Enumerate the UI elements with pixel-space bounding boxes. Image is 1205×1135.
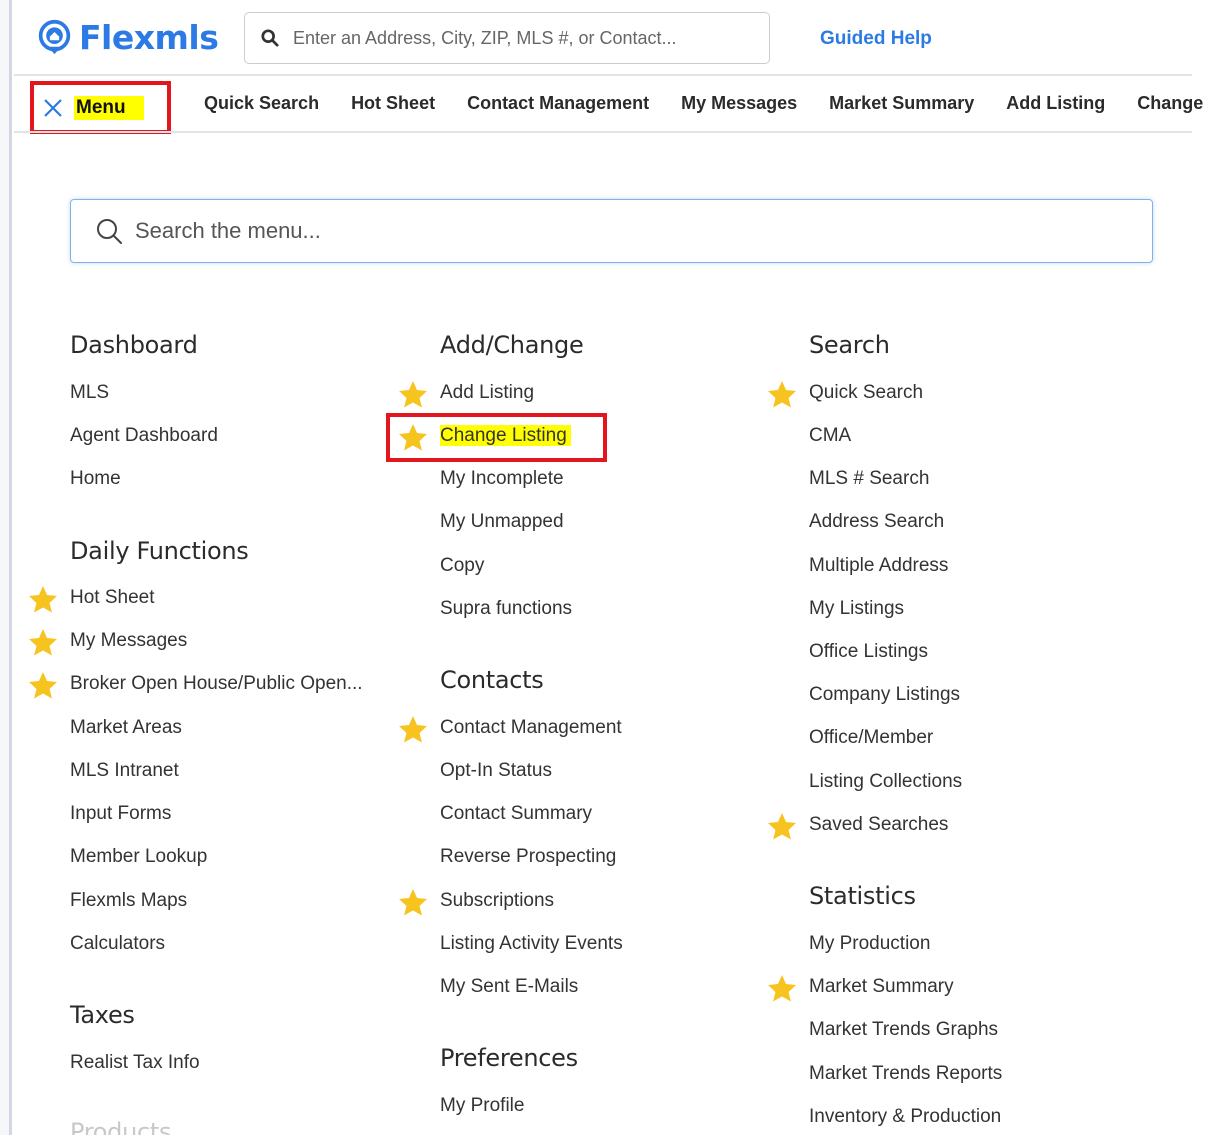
menu-item-listing-activity-events[interactable]: Listing Activity Events [440, 933, 623, 955]
menu-item-contact-management[interactable]: Contact Management [440, 717, 622, 739]
menu-item-flexmls-maps[interactable]: Flexmls Maps [70, 890, 187, 912]
menu-item-my-unmapped[interactable]: My Unmapped [440, 511, 564, 533]
menu-item-market-summary[interactable]: Market Summary [809, 976, 954, 998]
left-edge-bar [0, 0, 12, 1135]
heading-dashboard: Dashboard [70, 331, 198, 359]
menu-item-cma[interactable]: CMA [809, 425, 851, 447]
menu-item-my-listings[interactable]: My Listings [809, 598, 904, 620]
menu-item-my-production[interactable]: My Production [809, 933, 930, 955]
star-icon[interactable] [767, 380, 797, 408]
menu-item-contact-summary[interactable]: Contact Summary [440, 803, 592, 825]
header-divider [14, 74, 1192, 76]
nav-item-contact-management[interactable]: Contact Management [467, 93, 649, 114]
heading-preferences: Preferences [440, 1044, 578, 1072]
house-pin-icon [38, 19, 71, 55]
menu-item-hot-sheet[interactable]: Hot Sheet [70, 587, 155, 609]
top-nav: Quick Search Hot Sheet Contact Managemen… [204, 93, 1205, 114]
star-icon[interactable] [398, 715, 428, 743]
menu-item-input-forms[interactable]: Input Forms [70, 803, 171, 825]
menu-item-my-sent-emails[interactable]: My Sent E-Mails [440, 976, 578, 998]
menu-item-calculators[interactable]: Calculators [70, 933, 165, 955]
global-search-box[interactable] [244, 12, 770, 64]
star-icon[interactable] [398, 423, 428, 451]
star-icon[interactable] [28, 585, 58, 613]
heading-add-change: Add/Change [440, 331, 584, 359]
nav-item-my-messages[interactable]: My Messages [681, 93, 797, 114]
change-listing-label: Change Listing [440, 425, 571, 446]
star-icon[interactable] [767, 974, 797, 1002]
global-search-input[interactable] [293, 27, 753, 49]
menu-item-office-member[interactable]: Office/Member [809, 727, 933, 749]
menu-item-office-listings[interactable]: Office Listings [809, 641, 928, 663]
heading-search: Search [809, 331, 890, 359]
menu-item-listing-collections[interactable]: Listing Collections [809, 771, 962, 793]
menu-item-opt-in-status[interactable]: Opt-In Status [440, 760, 552, 782]
menu-item-agent-dashboard[interactable]: Agent Dashboard [70, 425, 218, 447]
menu-item-quick-search[interactable]: Quick Search [809, 382, 923, 404]
menu-item-mls-number-search[interactable]: MLS # Search [809, 468, 929, 490]
star-icon[interactable] [28, 671, 58, 699]
close-icon [44, 98, 62, 117]
heading-products: Products [70, 1118, 172, 1135]
menu-item-copy[interactable]: Copy [440, 555, 484, 577]
heading-statistics: Statistics [809, 882, 916, 910]
logo-text: Flexmls [79, 18, 219, 57]
menu-item-my-profile[interactable]: My Profile [440, 1095, 524, 1117]
menu-item-saved-searches[interactable]: Saved Searches [809, 814, 948, 836]
menu-item-market-trends-graphs[interactable]: Market Trends Graphs [809, 1019, 998, 1041]
heading-taxes: Taxes [70, 1001, 135, 1029]
menu-item-mls-intranet[interactable]: MLS Intranet [70, 760, 179, 782]
nav-item-add-listing[interactable]: Add Listing [1006, 93, 1105, 114]
menu-item-market-trends-reports[interactable]: Market Trends Reports [809, 1063, 1002, 1085]
nav-divider [14, 131, 1192, 133]
menu-item-supra-functions[interactable]: Supra functions [440, 598, 572, 620]
menu-item-multiple-address[interactable]: Multiple Address [809, 555, 948, 577]
star-icon[interactable] [398, 380, 428, 408]
menu-search-box[interactable] [70, 199, 1153, 263]
menu-label: Menu [74, 95, 144, 120]
menu-item-reverse-prospecting[interactable]: Reverse Prospecting [440, 846, 616, 868]
menu-item-member-lookup[interactable]: Member Lookup [70, 846, 207, 868]
menu-item-realist-tax-info[interactable]: Realist Tax Info [70, 1052, 200, 1074]
menu-item-address-search[interactable]: Address Search [809, 511, 944, 533]
nav-item-quick-search[interactable]: Quick Search [204, 93, 319, 114]
nav-item-change[interactable]: Change [1137, 93, 1203, 114]
menu-item-subscriptions[interactable]: Subscriptions [440, 890, 554, 912]
menu-item-inventory-production[interactable]: Inventory & Production [809, 1106, 1001, 1128]
heading-daily-functions: Daily Functions [70, 537, 249, 565]
menu-item-company-listings[interactable]: Company Listings [809, 684, 960, 706]
guided-help-link[interactable]: Guided Help [820, 28, 932, 50]
nav-item-market-summary[interactable]: Market Summary [829, 93, 974, 114]
menu-item-my-incomplete[interactable]: My Incomplete [440, 468, 564, 490]
menu-item-add-listing[interactable]: Add Listing [440, 382, 534, 404]
menu-item-broker-open-house[interactable]: Broker Open House/Public Open... [70, 673, 363, 695]
menu-item-market-areas[interactable]: Market Areas [70, 717, 182, 739]
menu-item-my-messages[interactable]: My Messages [70, 630, 187, 652]
star-icon[interactable] [398, 888, 428, 916]
menu-item-home[interactable]: Home [70, 468, 121, 490]
menu-search-input[interactable] [135, 218, 1035, 244]
star-icon[interactable] [28, 628, 58, 656]
heading-contacts: Contacts [440, 666, 544, 694]
flexmls-logo[interactable]: Flexmls [36, 18, 219, 57]
menu-item-change-listing[interactable]: Change Listing [440, 425, 571, 447]
nav-item-hot-sheet[interactable]: Hot Sheet [351, 93, 435, 114]
search-icon [97, 219, 122, 244]
star-icon[interactable] [767, 812, 797, 840]
menu-item-mls[interactable]: MLS [70, 382, 109, 404]
search-icon [261, 29, 279, 47]
menu-toggle-button[interactable]: Menu [30, 81, 171, 134]
